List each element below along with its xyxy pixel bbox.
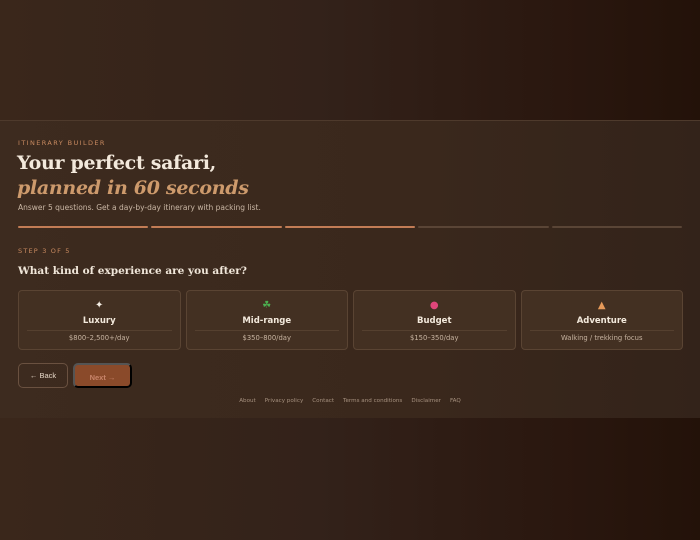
option-luxury[interactable]: ✦ Luxury $800–2,500+/day (18, 290, 181, 350)
option-price: $350–800/day (242, 334, 291, 342)
option-price: $800–2,500+/day (68, 334, 130, 342)
page-title: Your perfect safari, planned in 60 secon… (17, 151, 249, 201)
option-divider (362, 330, 507, 331)
question-heading: What kind of experience are you after? (18, 265, 247, 277)
eyebrow-label: ITINERARY BUILDER (18, 139, 106, 147)
option-divider (27, 330, 172, 331)
option-mid-range[interactable]: ☘ Mid-range $350–800/day (185, 290, 348, 350)
top-background (0, 0, 700, 120)
experience-options: ✦ Luxury $800–2,500+/day ☘ Mid-range $35… (18, 290, 683, 350)
option-title: Mid-range (242, 316, 292, 326)
progress-segment-4 (418, 226, 549, 228)
option-adventure[interactable]: ▲ Adventure Walking / trekking focus (520, 290, 683, 350)
back-button[interactable]: ← Back (18, 363, 68, 388)
progress-segment-5 (551, 226, 683, 228)
leaf-icon: ☘ (262, 300, 272, 311)
footer-link-terms[interactable]: Terms and conditions (343, 398, 402, 404)
page-title-accent-line: planned in 60 seconds (17, 177, 249, 199)
footer-link-about[interactable]: About (239, 398, 256, 404)
piggy-bank-icon: ● (429, 300, 439, 311)
footer-nav: About Privacy policy Contact Terms and c… (0, 398, 700, 404)
option-title: Budget (416, 316, 452, 326)
option-divider (194, 330, 339, 331)
progress-segment-3 (284, 226, 416, 228)
footer-link-contact[interactable]: Contact (312, 398, 334, 404)
option-divider (529, 330, 674, 331)
page-title-line1: Your perfect safari, (17, 152, 216, 174)
option-budget[interactable]: ● Budget $150–350/day (353, 290, 516, 350)
footer-link-privacy-policy[interactable]: Privacy policy (265, 398, 304, 404)
next-button[interactable]: Next → (73, 363, 132, 388)
footer-link-faq[interactable]: FAQ (450, 398, 461, 404)
footer-link-disclaimer[interactable]: Disclaimer (411, 398, 441, 404)
page-subtitle: Answer 5 questions. Get a day-by-day iti… (18, 203, 261, 212)
hiking-boot-icon: ▲ (597, 300, 606, 311)
sparkle-icon: ✦ (95, 300, 104, 311)
step-indicator: STEP 3 OF 5 (18, 247, 71, 255)
progress-segment-1 (18, 226, 149, 228)
step-progress-bar (18, 226, 683, 229)
option-price: $150–350/day (410, 334, 459, 342)
option-price: Walking / trekking focus (560, 334, 643, 342)
progress-segment-2 (151, 226, 282, 228)
option-title: Adventure (576, 316, 627, 326)
option-title: Luxury (82, 316, 116, 326)
